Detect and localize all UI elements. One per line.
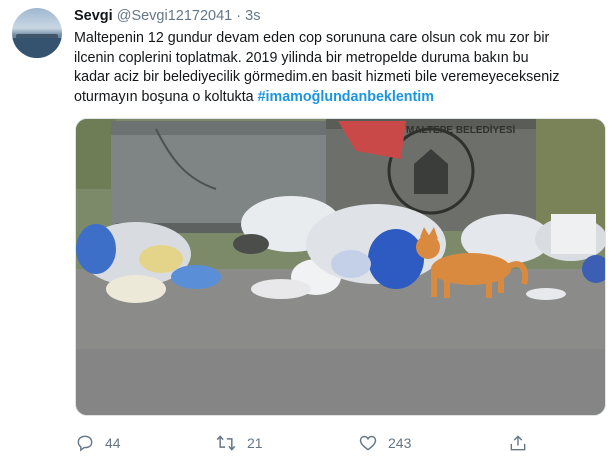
retweet-icon xyxy=(215,433,237,453)
tweet-text: Maltepenin 12 gundur devam eden cop soru… xyxy=(74,29,606,107)
share-button[interactable] xyxy=(508,432,528,454)
tweet-actions: 44 21 243 xyxy=(75,432,606,454)
tweet-text-line: ilcenin coplerini toplatmak. 2019 yilind… xyxy=(74,49,529,66)
retweet-button[interactable]: 21 xyxy=(215,432,263,454)
avatar-sea xyxy=(12,38,62,58)
tweet-text-line-last: oturmayın boşuna o koltukta xyxy=(74,88,258,105)
heart-icon xyxy=(358,433,378,453)
tweet-text-line: Maltepenin 12 gundur devam eden cop soru… xyxy=(74,30,550,46)
header-separator: · xyxy=(236,8,242,24)
avatar[interactable] xyxy=(12,8,62,58)
tweet-timestamp[interactable]: 3s xyxy=(245,8,260,24)
share-icon xyxy=(508,433,528,453)
reply-icon xyxy=(75,433,95,453)
reply-count: 44 xyxy=(105,435,121,451)
dumpster-logo-text: MALTEPE BELEDİYESİ xyxy=(406,123,515,136)
tweet-text-line: oturmayın boşuna o koltukta #imamoğlunda… xyxy=(74,88,606,108)
tweet-header: Sevgi @Sevgi12172041 · 3s xyxy=(74,8,260,24)
reply-button[interactable]: 44 xyxy=(75,432,121,454)
like-count: 243 xyxy=(388,435,412,451)
like-button[interactable]: 243 xyxy=(358,432,411,454)
tweet-card[interactable]: Sevgi @Sevgi12172041 · 3s Maltepenin 12 … xyxy=(0,0,616,460)
hashtag-link[interactable]: #imamoğlundanbeklentim xyxy=(258,89,434,105)
author-name[interactable]: Sevgi xyxy=(74,8,113,24)
tweet-text-line: kadar aciz bir belediyecilik görmedim.en… xyxy=(74,69,560,86)
photo-garbage-scene: MALTEPE BELEDİYESİ xyxy=(76,119,605,415)
tweet-media-photo[interactable]: MALTEPE BELEDİYESİ xyxy=(75,118,606,416)
retweet-count: 21 xyxy=(247,435,263,451)
author-handle[interactable]: @Sevgi12172041 xyxy=(117,8,233,24)
